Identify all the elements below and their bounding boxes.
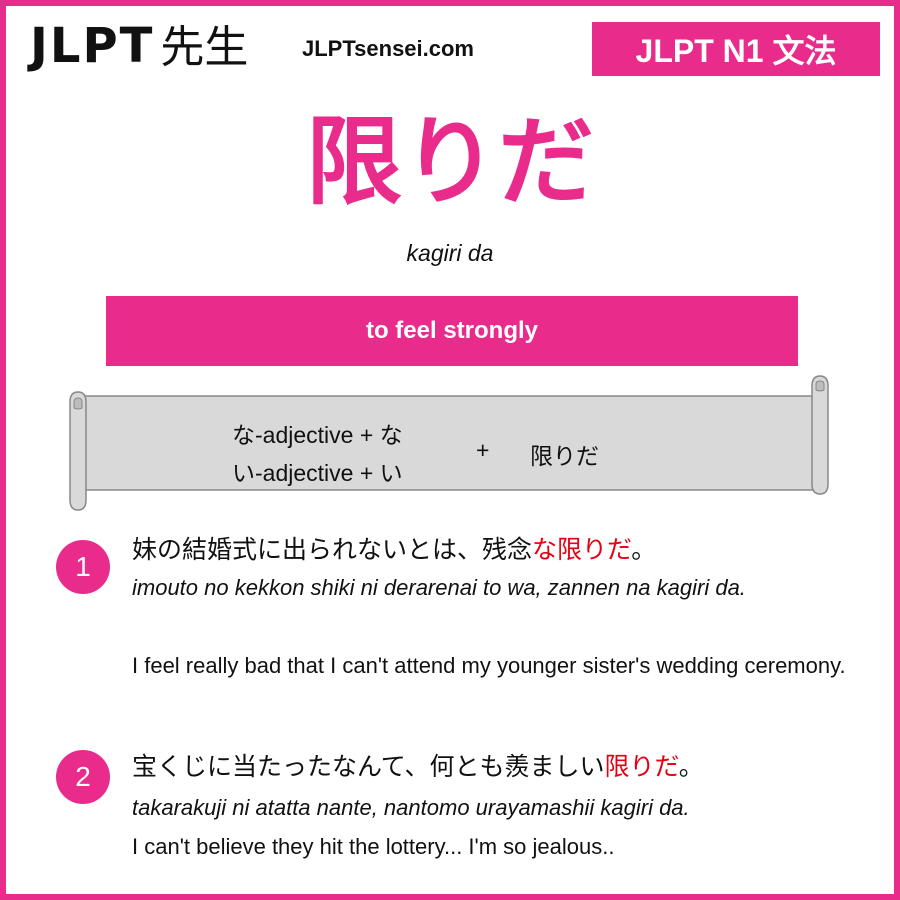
example-english: I can't believe they hit the lottery... … [132,834,615,859]
example-japanese-text: 妹の結婚式に出られないとは、残念 [132,536,533,564]
site-logo[interactable]: JLPT 先生 [30,22,248,71]
example-japanese-end: 。 [678,753,704,781]
example-romaji: takarakuji ni atatta nante, nantomo uray… [132,795,690,820]
example-japanese: 妹の結婚式に出られないとは、残念な限りだ。 [132,530,656,566]
example-japanese-text: 宝くじに当たったなんて、何とも羨ましい [132,753,605,781]
meaning-banner: to feel strongly [106,296,798,366]
formation-line-i-adjective: い-adjective + い [232,460,403,486]
example-grammar-highlight: な限りだ [532,536,632,564]
example-english: I feel really bad that I can't attend my… [132,653,846,678]
grammar-title: 限りだ [306,109,594,216]
logo-text: JLPT [30,18,155,74]
example-japanese-end: 。 [631,536,657,564]
level-badge: JLPT N1 文法 [592,22,880,76]
site-url[interactable]: JLPTsensei.com [302,36,474,62]
formation-plus: + [476,437,490,463]
example-number-badge: 2 [56,750,110,804]
formation-ending: 限りだ [530,443,599,469]
formation-scroll [69,375,829,511]
formation-line-na-adjective: な-adjective + な [232,422,403,448]
logo-kanji: 先生 [160,23,249,72]
example-number-badge: 1 [56,540,110,594]
grammar-romaji: kagiri da [406,240,494,266]
example-grammar-highlight: 限りだ [604,753,679,781]
example-japanese: 宝くじに当たったなんて、何とも羨ましい限りだ。 [132,747,704,783]
example-romaji: imouto no kekkon shiki ni derarenai to w… [132,575,746,600]
